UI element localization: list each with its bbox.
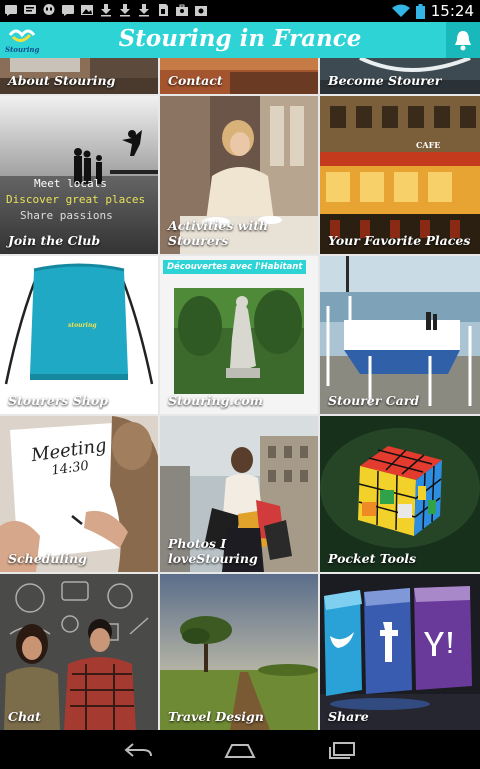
back-button[interactable] [118,738,158,762]
battery-icon [415,3,425,19]
app-bar: Stouring Stouring in France [0,22,480,58]
chat-image [0,574,158,730]
tile-share[interactable]: Share [320,574,480,730]
tile-label: Become Stourer [328,73,442,88]
travel-image [160,574,318,730]
menu-grid: About Stouring Contact Become Stourer Me… [0,58,480,730]
overlay-line: Share passions [20,209,113,222]
tile-label: Join the Club [8,233,101,248]
cafe-sign: CAFE [416,140,441,150]
tile-label: Stourers Shop [8,393,108,408]
briefcase-icon [176,4,188,16]
shop-icon [195,6,207,16]
tile-label: Chat [8,709,41,724]
share-image [320,574,480,730]
card-image [320,256,480,414]
tile-chat[interactable]: Chat [0,574,158,730]
club-overlay-text: Meet locals Discover great places Share … [6,176,156,224]
download-icon [101,4,111,17]
bag-logo: stouring [68,322,97,329]
back-icon [124,743,152,757]
tile-travel-design[interactable]: Travel Design [160,574,318,730]
shop-image [0,256,158,414]
tile-stouring-com[interactable]: Découvertes avec l'Habitant Stouring.com [160,256,318,414]
clock: 15:24 [430,2,474,20]
club-image [0,96,158,254]
tile-stourer-card[interactable]: Stourer Card [320,256,480,414]
home-button[interactable] [220,738,260,762]
tile-label: Activities with Stourers [168,218,269,248]
tile-activities-with-stourers[interactable]: Activities with Stourers [160,96,318,254]
message-icon [24,5,36,14]
notification-icons [4,3,208,17]
system-nav-bar [0,730,480,769]
website-image [160,256,318,414]
recents-icon [329,742,355,759]
wifi-icon [391,4,410,17]
sd-card-icon [159,4,168,16]
app-title: Stouring in France [118,25,362,52]
bell-icon [455,31,471,51]
tile-contact[interactable]: Contact [160,58,318,94]
message-icon [5,5,17,16]
tile-photos-ilovestouring[interactable]: Photos I loveStouring [160,416,318,572]
tile-label: Photos I loveStouring [168,536,258,566]
download-icon [139,4,149,17]
tile-pocket-tools[interactable]: Pocket Tools [320,416,480,572]
tile-your-favorite-places[interactable]: CAFE Your Favorite Places [320,96,480,254]
places-image [320,96,480,254]
overlay-line: Meet locals [34,177,107,190]
tile-label: Stouring.com [168,393,263,408]
overlay-line: Discover great places [6,193,146,206]
website-tag: Découvertes avec l'Habitant [163,260,307,274]
message-icon [62,5,74,16]
home-icon [224,744,256,758]
recents-button[interactable] [322,738,362,762]
tile-become-stourer[interactable]: Become Stourer [320,58,480,94]
hangouts-icon [43,4,55,15]
tile-label: Pocket Tools [328,551,417,566]
download-icon [120,4,130,17]
tile-scheduling[interactable]: Meeting 14:30 Scheduling [0,416,158,572]
tile-label: Stourer Card [328,393,420,408]
photo-icon [81,5,93,15]
status-bar: 15:24 [0,0,480,22]
tile-label: Share [328,709,369,724]
tile-label: Travel Design [168,709,264,724]
tile-label: About Stouring [8,73,116,88]
tile-label: Your Favorite Places [328,233,471,248]
tile-label: Scheduling [8,551,87,566]
tile-join-the-club[interactable]: Meet locals Discover great places Share … [0,96,158,254]
notifications-button[interactable] [446,22,480,58]
tile-stourers-shop[interactable]: stouring Stourers Shop [0,256,158,414]
tile-label: Contact [168,73,223,88]
tile-about-stouring[interactable]: About Stouring [0,58,158,94]
tools-image [320,416,480,572]
